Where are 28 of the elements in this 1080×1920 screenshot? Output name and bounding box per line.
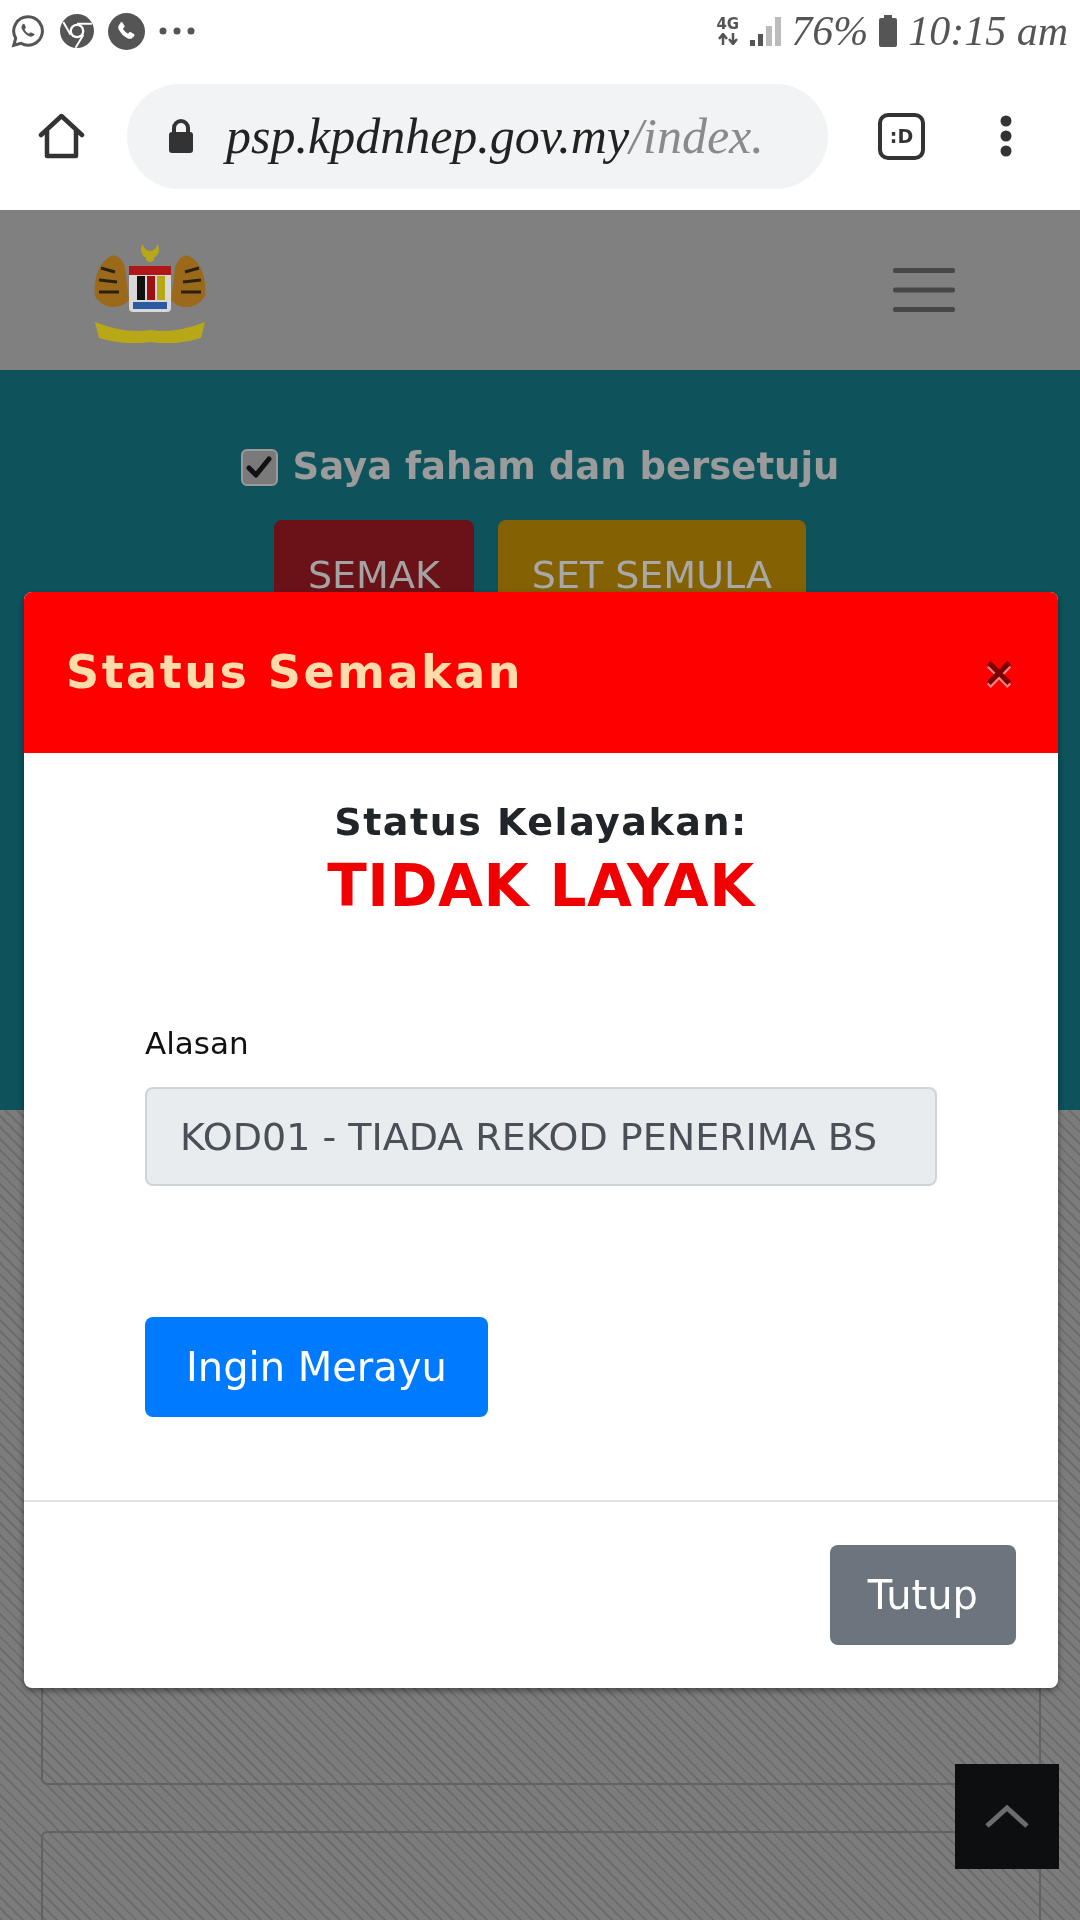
agree-checkbox[interactable]	[240, 448, 278, 486]
battery-icon	[878, 15, 899, 47]
clock-time: 10:15 am	[908, 10, 1068, 52]
chevron-up-icon	[984, 1804, 1030, 1829]
signal-icon	[749, 16, 782, 46]
field-label: Alasan	[145, 1024, 249, 1063]
battery-percent: 76%	[791, 10, 869, 52]
agree-label: Saya faham dan bersetuju	[292, 444, 840, 490]
home-icon[interactable]	[37, 113, 86, 159]
whatsapp-icon	[10, 13, 46, 49]
status-heading: Status Kelayakan:	[333, 799, 749, 846]
modal-title: Status Semakan	[66, 644, 523, 701]
chrome-icon	[60, 14, 94, 48]
address-bar[interactable]: psp.kpdnhep.gov.my/index.	[127, 83, 828, 189]
data-arrows-icon	[717, 33, 738, 45]
network-type-label: 4G	[716, 17, 740, 32]
appeal-button[interactable]: Ingin Merayu	[145, 1317, 488, 1417]
lock-icon	[168, 119, 194, 153]
phone-icon	[108, 12, 145, 50]
status-result: TIDAK LAYAK	[326, 851, 757, 921]
close-button[interactable]: ×	[984, 648, 1013, 697]
tab-switcher-button[interactable]: :D	[878, 112, 925, 160]
close-dialog-button[interactable]: Tutup	[829, 1545, 1016, 1645]
check-button[interactable]: SEMAK	[273, 520, 474, 592]
back-to-top-button[interactable]	[955, 1764, 1059, 1869]
more-notifications-icon	[159, 27, 195, 35]
menu-icon[interactable]	[998, 115, 1014, 157]
reason-field[interactable]: KOD01 - TIADA REKOD PENERIMA BS	[145, 1087, 937, 1186]
